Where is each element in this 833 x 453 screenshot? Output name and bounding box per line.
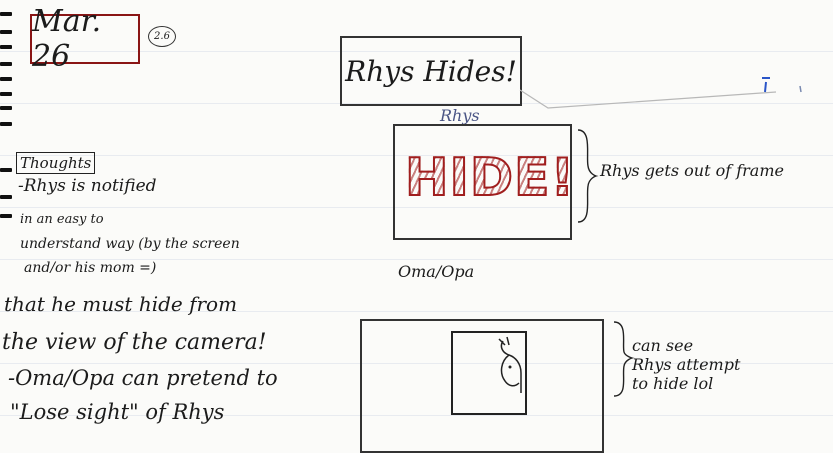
title-box: Rhys Hides! xyxy=(340,36,522,106)
camera-note-line: Rhys attempt xyxy=(632,355,741,374)
stray-marks-icon xyxy=(762,77,802,93)
date-circle-note: 2.6 xyxy=(148,26,176,47)
screen-label: Rhys xyxy=(440,106,480,125)
connector-line xyxy=(519,89,777,109)
brace-right-icon xyxy=(577,129,599,223)
thought-line: and/or his mom =) xyxy=(24,260,157,276)
page-title: Rhys Hides! xyxy=(345,54,517,88)
frame-note: Rhys gets out of frame xyxy=(600,161,784,180)
thought-line: -Rhys is notified xyxy=(18,176,157,196)
hide-word: HIDE! xyxy=(404,147,576,209)
camera-note-line: to hide lol xyxy=(632,374,714,393)
thought-line: the view of the camera! xyxy=(2,330,267,355)
thought-line: in an easy to xyxy=(20,212,104,227)
date-text: Mar. 26 xyxy=(32,4,102,74)
thoughts-heading: Thoughts xyxy=(16,152,96,174)
screen-frame: HIDE! xyxy=(393,124,576,240)
thought-line: understand way (by the screen xyxy=(20,236,240,252)
camera-frame xyxy=(360,319,604,453)
peeking-figure-icon xyxy=(498,336,522,393)
thought-line: -Oma/Opa can pretend to xyxy=(8,366,278,390)
camera-note: can see Rhys attempt to hide lol xyxy=(632,336,812,393)
inner-frame xyxy=(451,331,527,415)
thought-line: that he must hide from xyxy=(4,292,238,316)
camera-label: Oma/Opa xyxy=(398,262,475,281)
date-box: Mar. 26 xyxy=(30,4,140,74)
camera-note-line: can see xyxy=(632,336,694,355)
thought-line: "Lose sight" of Rhys xyxy=(10,400,225,424)
